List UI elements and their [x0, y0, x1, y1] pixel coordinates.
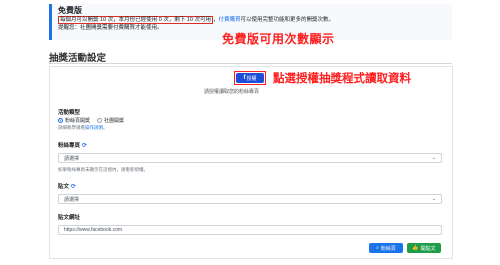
- notice-quota-line: 每個月可以開獎 10 次，本月份已經使用 0 次，剩下 10 次可用 ，付費購買可…: [58, 16, 446, 24]
- radio-label-fanpage: 粉絲頁開獎: [65, 118, 91, 124]
- radio-checked-icon[interactable]: [58, 118, 63, 123]
- quota-highlight-box: 每個月可以開獎 10 次，本月份已經使用 0 次，剩下 10 次可用: [58, 16, 213, 24]
- help-suffix: 。: [103, 125, 108, 130]
- refresh-icon[interactable]: ⟳: [71, 184, 76, 190]
- fanpage-label: 粉絲專頁: [58, 143, 81, 149]
- activity-type-radio-group: 粉絲頁開獎 社團開獎: [58, 117, 129, 124]
- quota-text: 每個月可以開獎 10 次，本月份已經使用 0 次，剩下 10 次可用: [60, 17, 211, 23]
- open-fanpage-button[interactable]: ⌕ 粉絲頁: [369, 243, 403, 253]
- tutorial-link[interactable]: 操作說明: [85, 125, 103, 130]
- chevron-down-icon: ⌄: [431, 196, 436, 202]
- post-select[interactable]: 請選擇 ⌄: [58, 194, 442, 204]
- section-divider: [49, 63, 452, 64]
- activity-type-help: 詳細教學請看操作說明。: [58, 125, 108, 131]
- chevron-down-icon: ⌄: [431, 155, 436, 161]
- post-label: 貼文: [58, 184, 70, 190]
- facebook-authorize-button[interactable]: f 授權: [236, 73, 264, 83]
- open-fanpage-label: 粉絲頁: [380, 245, 396, 252]
- authorize-hint: 請授權讀取您的粉絲專頁: [204, 89, 260, 95]
- refresh-icon[interactable]: ⟳: [82, 143, 87, 149]
- post-url-label: 貼文網址: [58, 215, 81, 221]
- open-post-label: 開貼文: [420, 245, 436, 252]
- radio-unchecked-icon[interactable]: [97, 118, 103, 123]
- fanpage-help: 如果粉絲專頁未顯示在這裡內，請重新授權。: [58, 167, 148, 172]
- fanpage-select-value: 請選擇: [64, 155, 80, 162]
- annotation-free-quota: 免費版可用次數顯示: [222, 32, 335, 46]
- purchase-link[interactable]: 付費購買: [218, 17, 240, 23]
- authorize-label: 授權: [246, 75, 257, 82]
- notice-title: 免費版: [58, 6, 82, 15]
- post-url-input[interactable]: https://www.facebook.com: [58, 225, 442, 235]
- activity-type-label: 活動類型: [58, 110, 81, 116]
- radio-option-fanpage[interactable]: 粉絲頁開獎: [58, 117, 90, 124]
- facebook-icon: f: [243, 75, 246, 81]
- annotation-authorize: 點選授權抽獎程式讀取資料: [273, 73, 411, 85]
- authorize-highlight-box: f 授權: [234, 71, 266, 85]
- section-title: 抽獎活動設定: [49, 53, 107, 64]
- quota-rest-text: 可以使用完整功能和更多的開獎次數。: [240, 17, 335, 23]
- post-label-row: 貼文 ⟳: [58, 182, 76, 190]
- open-post-button[interactable]: 👍 開貼文: [407, 243, 441, 253]
- radio-label-group: 社團開獎: [104, 118, 125, 124]
- radio-option-group[interactable]: 社團開獎: [97, 117, 124, 124]
- fanpage-select[interactable]: 請選擇 ⌄: [58, 153, 442, 163]
- fanpage-label-row: 粉絲專頁 ⟳: [58, 141, 87, 149]
- help-prefix: 詳細教學請看: [58, 125, 85, 130]
- post-select-value: 請選擇: [64, 196, 80, 203]
- thumbs-up-icon: 👍: [412, 245, 419, 251]
- search-icon: ⌕: [376, 245, 379, 251]
